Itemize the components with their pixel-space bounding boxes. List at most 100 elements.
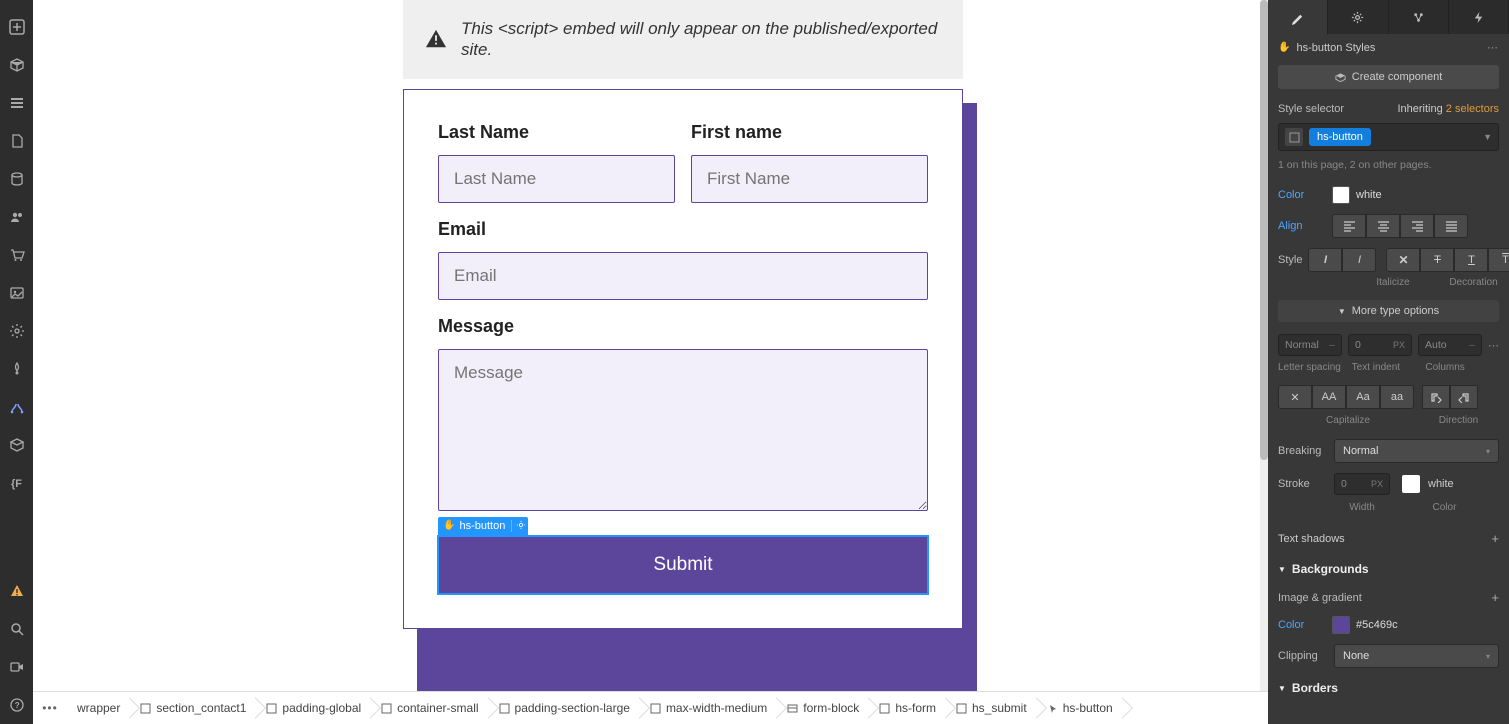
message-textarea[interactable] (438, 349, 928, 511)
selection-tag[interactable]: ✋ hs-button (438, 517, 528, 535)
stroke-color-value[interactable]: white (1428, 478, 1454, 490)
style-selector-row: Style selector Inheriting 2 selectors (1268, 97, 1509, 121)
capitalize-lower-button[interactable]: aa (1380, 385, 1414, 409)
direction-sublabel: Direction (1418, 415, 1499, 426)
search-icon[interactable] (0, 610, 33, 648)
selector-caret-icon[interactable]: ▼ (1483, 132, 1492, 142)
columns-input[interactable]: Auto– (1418, 334, 1482, 356)
last-name-label: Last Name (438, 122, 675, 143)
bg-color-value[interactable]: #5c469c (1356, 619, 1398, 631)
color-swatch[interactable] (1332, 186, 1350, 204)
crumb-padding-section[interactable]: padding-section-large (489, 692, 640, 724)
type-numeric-row: Normal– 0PX Auto– ⋯ (1268, 330, 1509, 360)
message-label: Message (438, 316, 928, 337)
selector-pill[interactable]: hs-button (1309, 128, 1371, 146)
align-left-button[interactable] (1332, 214, 1366, 238)
decoration-underline-button[interactable]: T (1454, 248, 1488, 272)
style-selector-label: Style selector (1278, 103, 1344, 115)
style-tab[interactable] (1268, 0, 1328, 34)
text-indent-input[interactable]: 0PX (1348, 334, 1412, 356)
columns-more-icon[interactable]: ⋯ (1488, 339, 1499, 352)
image-gradient-label: Image & gradient (1278, 592, 1362, 604)
box-icon[interactable] (0, 46, 33, 84)
effects-tab[interactable] (1449, 0, 1509, 34)
settings-tab[interactable] (1328, 0, 1388, 34)
finsweet-icon[interactable]: {F (0, 464, 33, 502)
audit-warning-icon[interactable] (0, 572, 33, 610)
video-icon[interactable] (0, 648, 33, 686)
align-row: Align (1268, 209, 1509, 243)
interactions-tab[interactable] (1389, 0, 1449, 34)
letter-spacing-input[interactable]: Normal– (1278, 334, 1342, 356)
panel-title: hs-button Styles (1296, 42, 1375, 54)
pages-icon[interactable] (0, 122, 33, 160)
color-value[interactable]: white (1356, 189, 1382, 201)
decoration-overline-button[interactable]: T (1488, 248, 1509, 272)
stroke-color-swatch[interactable] (1402, 475, 1420, 493)
style-panel: ✋ hs-button Styles ⋯ Create component St… (1268, 0, 1509, 724)
selector-count: 1 on this page, 2 on other pages. (1268, 157, 1509, 181)
crumb-hs-button[interactable]: hs-button (1037, 692, 1123, 724)
crumb-section[interactable]: section_contact1 (130, 692, 256, 724)
breaking-select[interactable]: Normal▾ (1334, 439, 1499, 463)
capitalize-title-button[interactable]: Aa (1346, 385, 1380, 409)
backgrounds-section[interactable]: ▼Backgrounds (1268, 554, 1509, 584)
crumb-container-small[interactable]: container-small (371, 692, 488, 724)
users-icon[interactable] (0, 198, 33, 236)
assets-icon[interactable] (0, 274, 33, 312)
more-type-options[interactable]: ▼More type options (1278, 300, 1499, 322)
align-center-button[interactable] (1366, 214, 1400, 238)
bg-color-row: Color #5c469c (1268, 611, 1509, 639)
capitalize-none-button[interactable]: ✕ (1278, 385, 1312, 409)
align-right-button[interactable] (1400, 214, 1434, 238)
ecommerce-icon[interactable] (0, 236, 33, 274)
cms-icon[interactable] (0, 160, 33, 198)
crumb-form-block[interactable]: form-block (777, 692, 869, 724)
borders-section[interactable]: ▼Borders (1268, 673, 1509, 703)
crumb-max-width[interactable]: max-width-medium (640, 692, 777, 724)
inheriting-link[interactable]: Inheriting 2 selectors (1397, 103, 1499, 115)
bg-color-swatch[interactable] (1332, 616, 1350, 634)
breadcrumb-more[interactable]: ••• (33, 701, 67, 715)
add-element-icon[interactable] (0, 8, 33, 46)
direction-rtl-button[interactable] (1450, 385, 1478, 409)
selector-input[interactable]: hs-button ▼ (1278, 123, 1499, 151)
create-component-button[interactable]: Create component (1278, 65, 1499, 89)
direction-ltr-button[interactable] (1422, 385, 1450, 409)
crumb-hs-form[interactable]: hs-form (869, 692, 946, 724)
selector-type-icon[interactable] (1285, 128, 1303, 146)
decoration-none-button[interactable]: ✕ (1386, 248, 1420, 272)
canvas-scrollbar[interactable] (1260, 0, 1268, 691)
italic-off-button[interactable]: I (1342, 248, 1376, 272)
add-text-shadow-button[interactable]: + (1491, 531, 1499, 546)
submit-button[interactable]: Submit (438, 536, 928, 594)
selection-gear-icon[interactable] (511, 520, 523, 532)
last-name-input[interactable] (438, 155, 675, 203)
panel-menu-icon[interactable]: ⋯ (1487, 41, 1499, 54)
components-icon[interactable] (0, 426, 33, 464)
clipping-select[interactable]: None▾ (1334, 644, 1499, 668)
italic-button[interactable]: I (1308, 248, 1342, 272)
capitalize-upper-button[interactable]: AA (1312, 385, 1346, 409)
crumb-hs-submit[interactable]: hs_submit (946, 692, 1037, 724)
add-image-gradient-button[interactable]: + (1491, 590, 1499, 605)
help-icon[interactable]: ? (0, 686, 33, 724)
svg-text:{F: {F (11, 478, 22, 490)
align-justify-button[interactable] (1434, 214, 1468, 238)
crumb-padding-global[interactable]: padding-global (256, 692, 371, 724)
first-name-input[interactable] (691, 155, 928, 203)
decoration-strike-button[interactable]: T (1420, 248, 1454, 272)
crumb-wrapper[interactable]: wrapper (67, 692, 130, 724)
capitalize-row: ✕ AA Aa aa (1268, 381, 1509, 413)
clipping-label: Clipping (1278, 650, 1326, 662)
email-input[interactable] (438, 252, 928, 300)
stroke-width-input[interactable]: 0PX (1334, 473, 1390, 495)
layout-icon[interactable] (0, 84, 33, 122)
apps-icon[interactable] (0, 350, 33, 388)
settings-icon[interactable] (0, 312, 33, 350)
form-card: Last Name First name Email Message (403, 89, 963, 629)
selection-tag-label: hs-button (459, 520, 505, 532)
logic-icon[interactable] (0, 388, 33, 426)
scrollbar-thumb[interactable] (1260, 0, 1268, 460)
stroke-label: Stroke (1278, 478, 1326, 490)
